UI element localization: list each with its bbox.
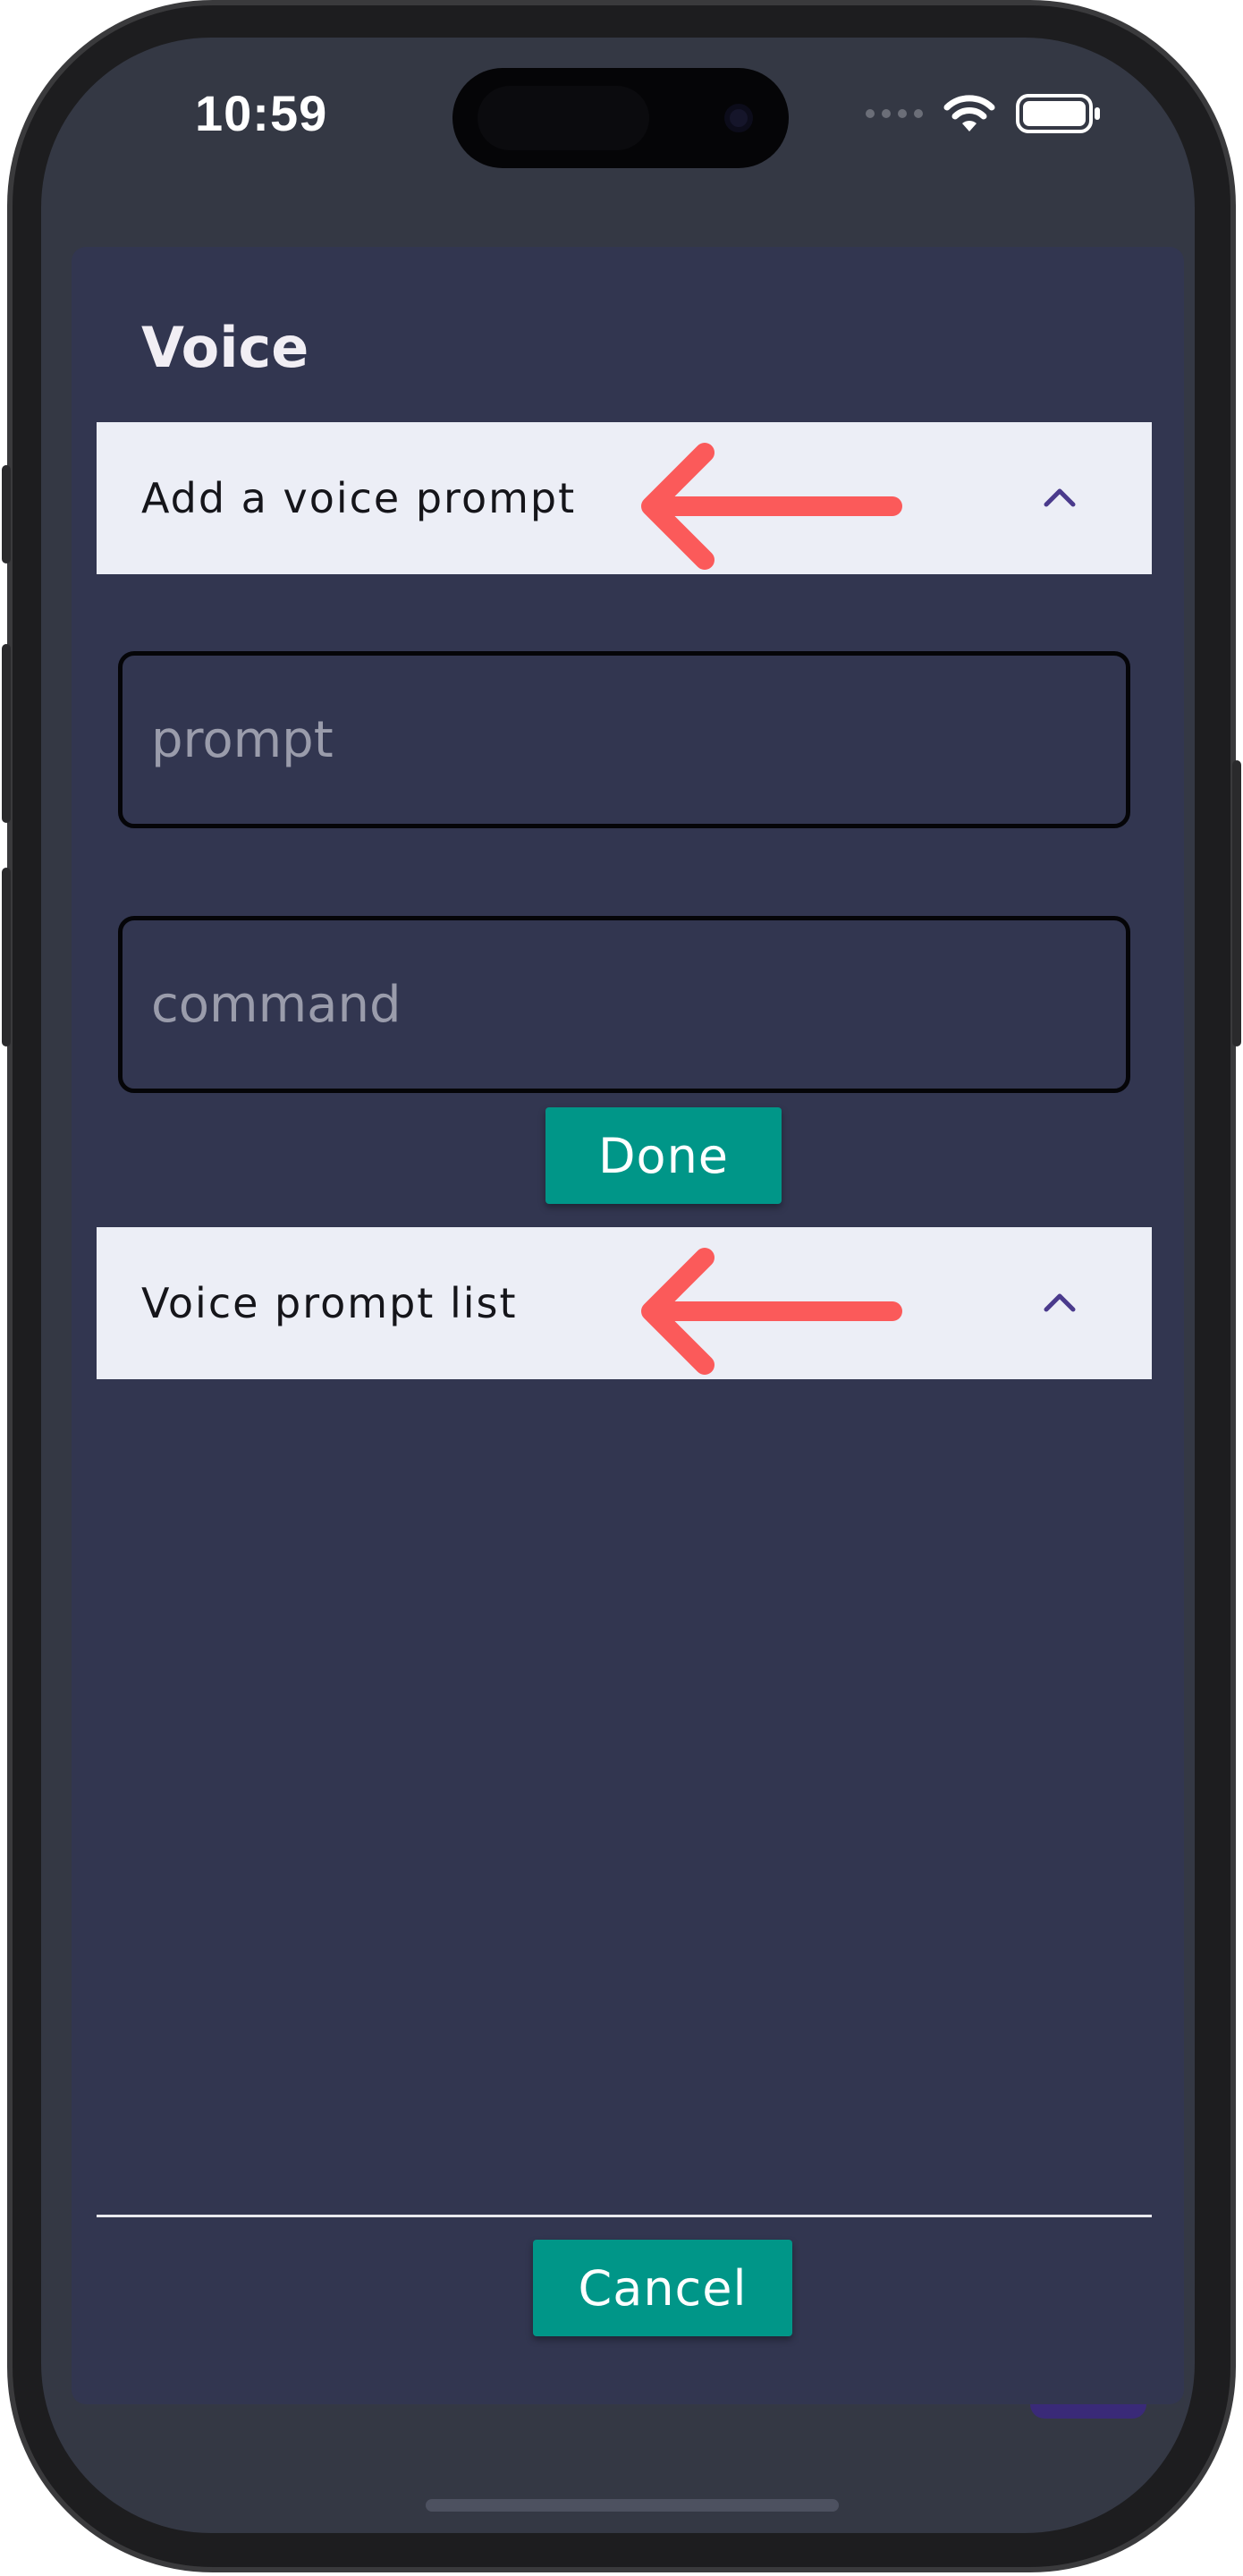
voice-prompt-list-panel-header[interactable]: Voice prompt list xyxy=(97,1227,1152,1379)
side-button xyxy=(2,465,11,564)
dynamic-island xyxy=(452,68,789,168)
prompt-input[interactable] xyxy=(149,709,1126,770)
dialog-title: Voice xyxy=(141,315,309,380)
floating-action-button[interactable] xyxy=(1030,2404,1146,2419)
done-button[interactable]: Done xyxy=(545,1107,782,1204)
cellular-signal-icon xyxy=(866,109,923,118)
actions-divider xyxy=(97,2215,1152,2217)
status-icons xyxy=(866,91,1102,136)
add-voice-prompt-panel-header[interactable]: Add a voice prompt xyxy=(97,422,1152,574)
command-input[interactable] xyxy=(149,974,1126,1035)
cancel-button[interactable]: Cancel xyxy=(533,2240,792,2336)
wifi-icon xyxy=(943,95,995,131)
status-time: 10:59 xyxy=(195,85,328,141)
volume-down-button xyxy=(2,868,11,1046)
island-sensor xyxy=(478,86,649,150)
home-indicator[interactable] xyxy=(426,2499,839,2512)
command-field[interactable] xyxy=(118,916,1130,1093)
camera-icon xyxy=(724,104,753,132)
power-button xyxy=(1232,760,1241,1046)
chevron-up-icon[interactable] xyxy=(1039,1281,1080,1322)
voice-dialog: Voice Add a voice prompt Done Voice prom… xyxy=(72,247,1184,2404)
arrow-left-icon xyxy=(641,443,902,570)
prompt-field[interactable] xyxy=(118,651,1130,828)
chevron-up-icon[interactable] xyxy=(1039,476,1080,517)
voice-prompt-list-label: Voice prompt list xyxy=(141,1279,518,1327)
add-voice-prompt-label: Add a voice prompt xyxy=(141,474,577,522)
volume-up-button xyxy=(2,644,11,823)
screen: 10:59 Voice Add a voice prompt prompt co… xyxy=(41,38,1195,2533)
arrow-left-icon xyxy=(641,1248,902,1375)
battery-icon xyxy=(1016,94,1100,133)
